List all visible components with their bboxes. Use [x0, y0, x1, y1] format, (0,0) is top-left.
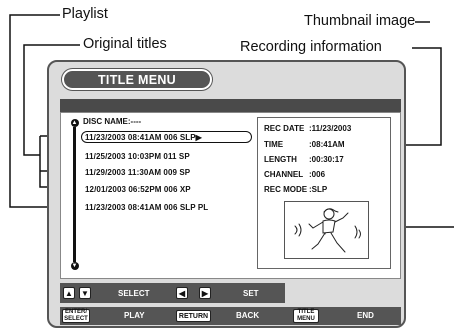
left-key-icon[interactable]: ◀: [176, 287, 188, 299]
thumbnail-image: [284, 201, 369, 259]
scroll-up-icon[interactable]: ▲: [70, 119, 79, 127]
set-label: SET: [243, 289, 259, 298]
end-label: END: [357, 311, 374, 320]
play-label: PLAY: [124, 311, 145, 320]
scrollbar[interactable]: [73, 127, 76, 262]
disc-name: DISC NAME:----: [83, 117, 142, 126]
enter-select-key[interactable]: ENTER/ SELECT: [62, 309, 90, 323]
info-channel: CHANNEL:006: [264, 170, 326, 179]
playlist-item[interactable]: 11/23/2003 08:41AM 006 SLP PL: [85, 203, 208, 212]
info-rec-date: REC DATE:11/23/2003: [264, 124, 352, 133]
up-key-icon[interactable]: ▲: [63, 287, 75, 299]
control-bar-bottom: [60, 307, 401, 325]
info-length: LENGTH:00:30:17: [264, 155, 344, 164]
original-titles-callout: Original titles: [83, 36, 167, 52]
thumbnail-image-callout: Thumbnail image: [304, 13, 416, 29]
title-menu-key[interactable]: TITLE MENU: [293, 309, 319, 323]
info-rec-mode: REC MODE:SLP: [264, 185, 328, 194]
title-item[interactable]: 12/01/2003 06:52PM 006 XP: [85, 185, 191, 194]
title-item[interactable]: 11/25/2003 10:03PM 011 SP: [85, 152, 190, 161]
title-item[interactable]: 11/23/2003 08:41AM 006 SLP▶: [85, 133, 202, 142]
back-label: BACK: [236, 311, 260, 320]
recording-information-callout: Recording information: [240, 39, 382, 55]
menu-title: TITLE MENU: [62, 69, 212, 90]
return-key[interactable]: RETURN: [176, 310, 211, 322]
select-label: SELECT: [118, 289, 150, 298]
header-band: [60, 99, 401, 112]
scroll-down-icon[interactable]: ▼: [70, 262, 79, 270]
playlist-callout: Playlist: [62, 6, 108, 22]
right-key-icon[interactable]: ▶: [199, 287, 211, 299]
info-time: TIME:08:41AM: [264, 140, 345, 149]
down-key-icon[interactable]: ▼: [79, 287, 91, 299]
title-item[interactable]: 11/29/2003 11:30AM 009 SP: [85, 168, 190, 177]
